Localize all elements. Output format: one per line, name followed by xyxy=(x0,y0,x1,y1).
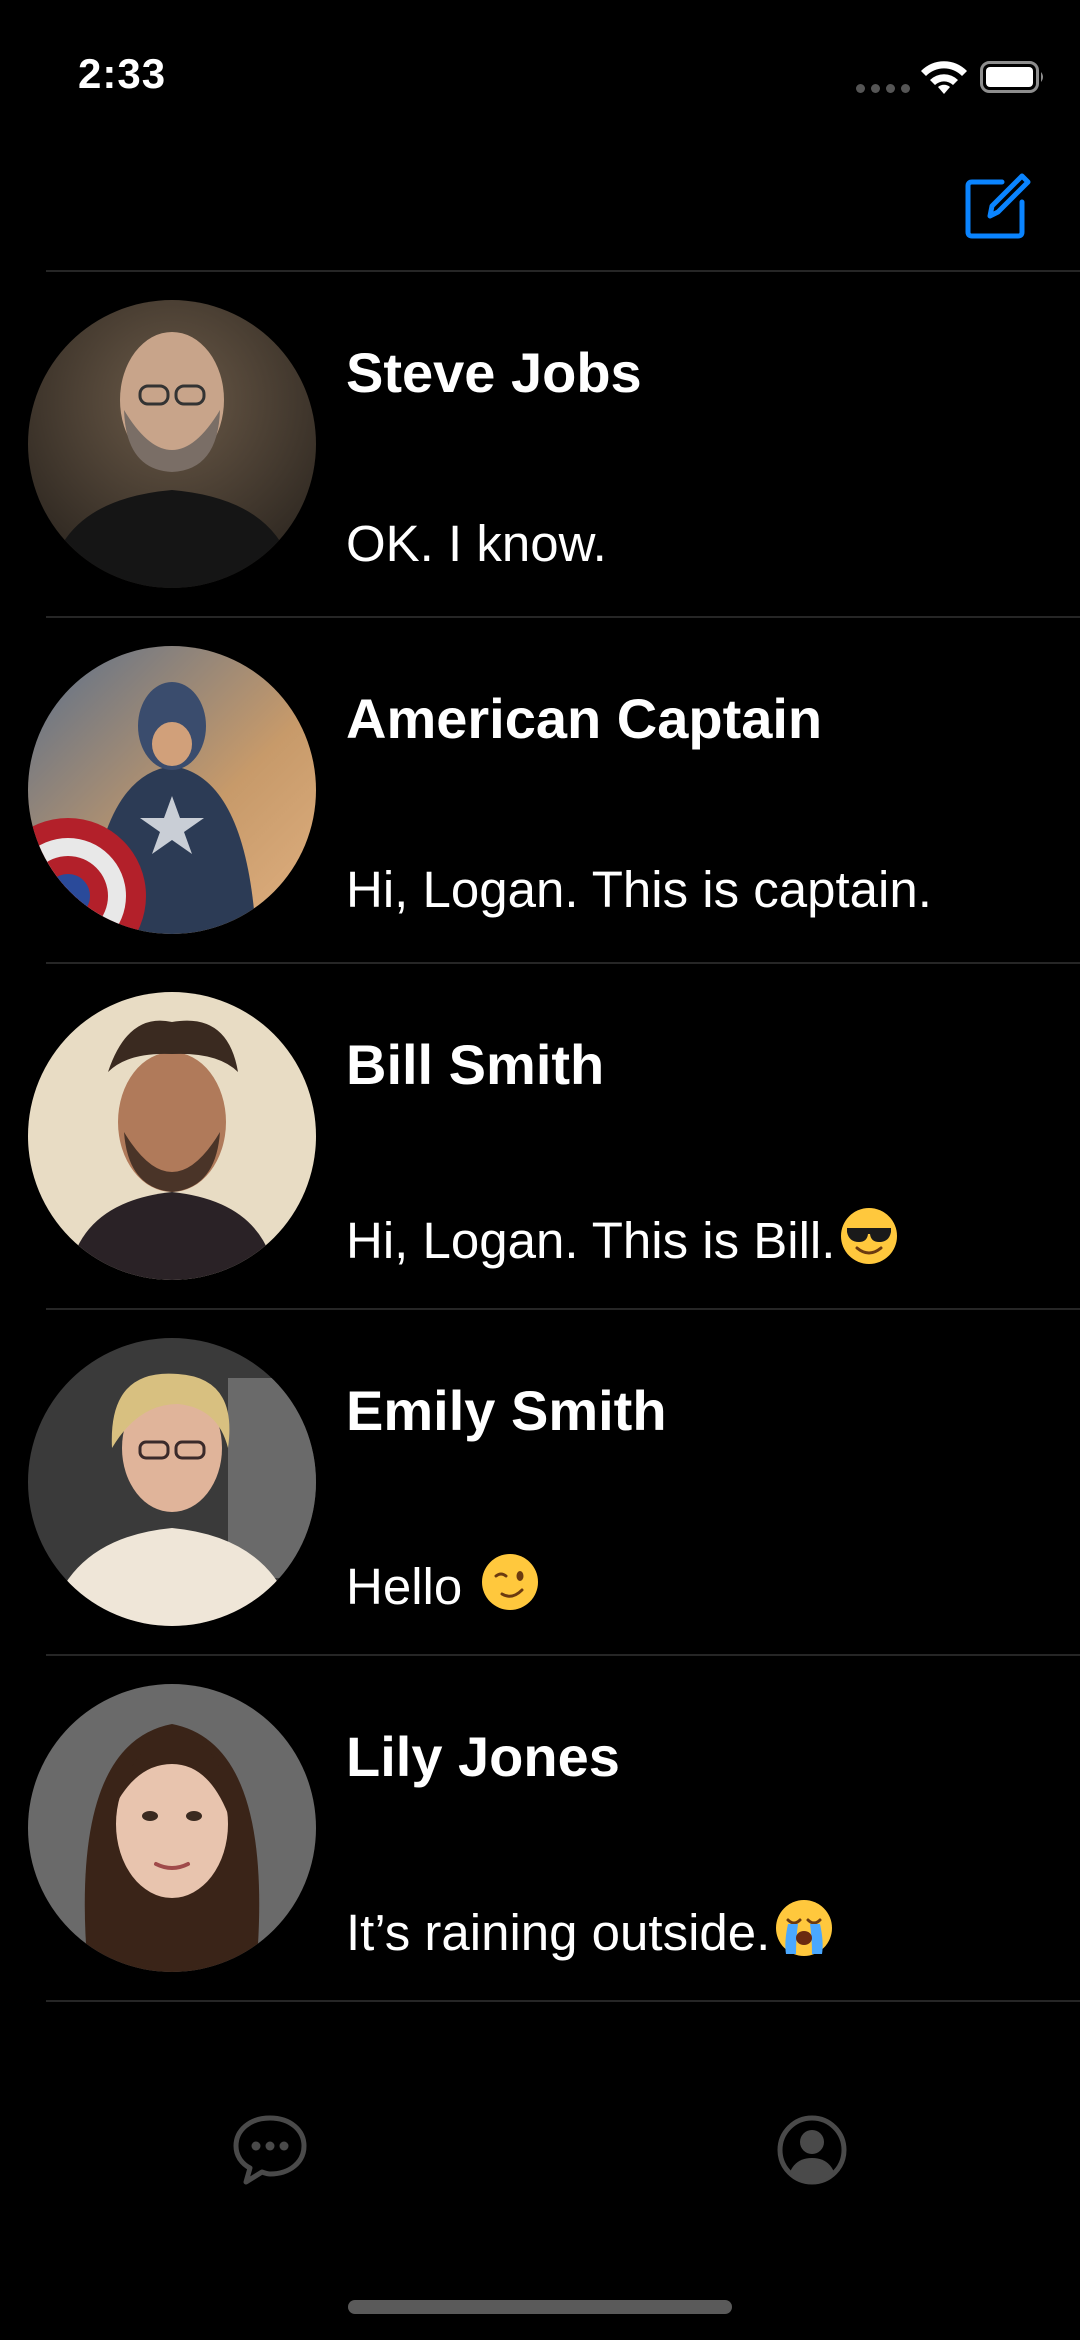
avatar xyxy=(28,646,316,934)
avatar xyxy=(28,992,316,1280)
last-message: Hello xyxy=(346,1552,540,1616)
avatar xyxy=(28,1684,316,1972)
loudly-crying-face-icon xyxy=(776,1900,833,1956)
divider xyxy=(46,2000,1080,2002)
last-message: Hi, Logan. This is captain. xyxy=(346,861,932,918)
cellular-signal-icon xyxy=(856,84,910,93)
home-indicator[interactable] xyxy=(348,2300,732,2314)
profile-icon xyxy=(777,2115,847,2185)
avatar xyxy=(28,1338,316,1626)
last-message: OK. I know. xyxy=(346,515,607,572)
chat-row-bill-smith[interactable]: Bill Smith Hi, Logan. This is Bill. xyxy=(0,964,1080,1308)
chat-row-lily-jones[interactable]: Lily Jones It’s raining outside. xyxy=(0,1656,1080,2000)
winking-face-icon xyxy=(482,1554,539,1610)
status-time: 2:33 xyxy=(78,50,167,97)
battery-icon xyxy=(980,61,1043,93)
contact-name: American Captain xyxy=(346,687,823,750)
chat-list: Steve Jobs OK. I know. American Captain … xyxy=(0,270,1080,2002)
chat-row-steve-jobs[interactable]: Steve Jobs OK. I know. xyxy=(0,272,1080,616)
contact-name: Steve Jobs xyxy=(346,341,642,404)
chat-bubble-icon xyxy=(233,2115,307,2185)
contact-name: Emily Smith xyxy=(346,1379,667,1442)
contact-name: Lily Jones xyxy=(346,1725,620,1788)
tab-chats[interactable] xyxy=(230,2110,310,2190)
tab-bar xyxy=(0,2110,1080,2220)
contact-name: Bill Smith xyxy=(346,1033,605,1096)
status-bar: 2:33 xyxy=(0,0,1080,150)
last-message: It’s raining outside. xyxy=(346,1898,834,1962)
chat-row-emily-smith[interactable]: Emily Smith Hello xyxy=(0,1310,1080,1654)
smiling-face-with-sunglasses-icon xyxy=(841,1208,898,1264)
chat-row-american-captain[interactable]: American Captain Hi, Logan. This is capt… xyxy=(0,618,1080,962)
tab-profile[interactable] xyxy=(772,2110,852,2190)
last-message: Hi, Logan. This is Bill. xyxy=(346,1206,899,1270)
wifi-icon xyxy=(921,61,967,94)
avatar xyxy=(28,300,316,588)
compose-icon xyxy=(965,173,1031,239)
compose-button[interactable] xyxy=(962,172,1032,242)
